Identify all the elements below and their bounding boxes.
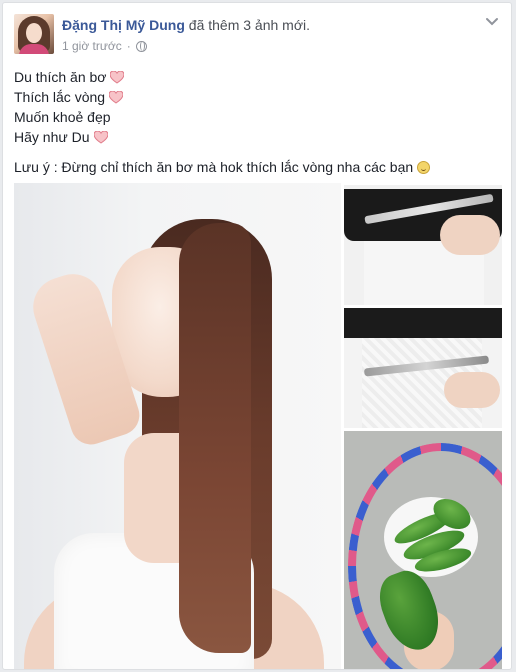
message-line-2: Thích lắc vòng <box>14 87 430 107</box>
message-line-3: Muốn khoẻ đẹp <box>14 107 430 127</box>
photo-waist-measure-2[interactable] <box>344 308 502 428</box>
post-timestamp[interactable]: 1 giờ trước <box>62 39 122 53</box>
message-text: Muốn khoẻ đẹp <box>14 109 111 125</box>
meta-separator: · <box>126 39 131 53</box>
photo-hand <box>444 372 500 408</box>
chevron-down-icon[interactable] <box>485 15 499 29</box>
post-message: Du thích ăn bơ Thích lắc vòng Muốn khoẻ … <box>14 67 431 177</box>
heart-icon <box>109 90 124 104</box>
smiley-icon <box>417 160 431 174</box>
note-text: Lưu ý : Đừng chỉ thích ăn bơ mà hok thíc… <box>14 159 414 175</box>
message-text: Du thích ăn bơ <box>14 69 107 85</box>
heart-icon <box>93 130 108 144</box>
main-photo[interactable] <box>14 183 341 669</box>
photo-hoop-avocados[interactable] <box>344 431 502 669</box>
message-note: Lưu ý : Đừng chỉ thích ăn bơ mà hok thíc… <box>14 157 431 177</box>
post-card: Đặng Thị Mỹ Dung đã thêm 3 ảnh mới. 1 gi… <box>2 2 512 670</box>
photo-hand <box>440 215 500 255</box>
avatar-face <box>26 23 42 43</box>
photo-hair-front <box>179 223 251 653</box>
post-header: Đặng Thị Mỹ Dung đã thêm 3 ảnh mới. <box>62 17 310 33</box>
message-text: Thích lắc vòng <box>14 89 106 105</box>
heart-icon <box>110 70 125 84</box>
message-line-1: Du thích ăn bơ <box>14 67 430 87</box>
author-avatar[interactable] <box>14 14 54 54</box>
public-globe-icon[interactable] <box>135 40 147 52</box>
message-text: Hãy như Du <box>14 129 90 145</box>
photo-waist-measure-1[interactable] <box>344 185 502 305</box>
post-action: đã thêm 3 ảnh mới. <box>184 17 311 33</box>
photo-shirt <box>344 308 502 338</box>
post-meta: 1 giờ trước · <box>62 39 147 53</box>
author-name[interactable]: Đặng Thị Mỹ Dung <box>62 17 185 33</box>
message-line-4: Hãy như Du <box>14 127 430 147</box>
